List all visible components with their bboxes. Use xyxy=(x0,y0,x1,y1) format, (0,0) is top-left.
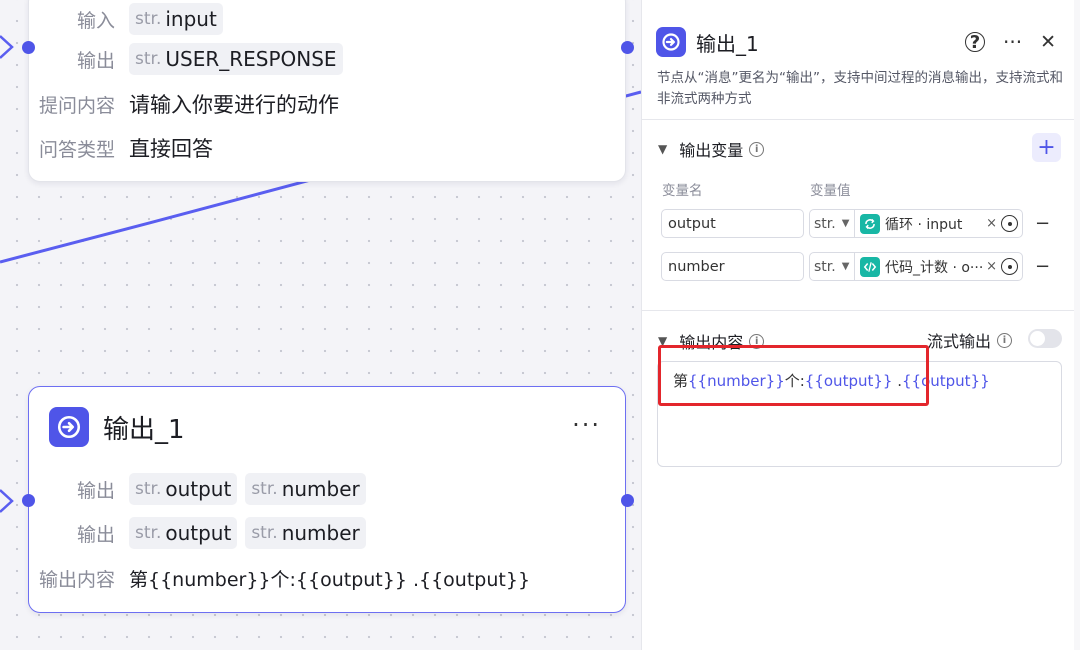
panel-actions: ? ··· ✕ xyxy=(947,30,1056,54)
chip-name: number xyxy=(281,477,360,501)
target-icon[interactable] xyxy=(1001,258,1018,275)
toggle-knob xyxy=(1030,331,1045,346)
chip-name: USER_RESPONSE xyxy=(165,47,337,71)
remove-variable-button[interactable]: − xyxy=(1035,256,1050,277)
info-icon[interactable]: i xyxy=(997,332,1013,348)
variable-chip: str. output xyxy=(129,473,238,505)
stream-output-label: 流式输出 i xyxy=(927,328,1013,352)
node-row-question: 提问内容 请输入你要进行的动作 xyxy=(29,89,339,119)
panel-edge xyxy=(1074,0,1080,650)
row-label: 问答类型 xyxy=(38,138,115,161)
node-row-answer-type: 问答类型 直接回答 xyxy=(29,133,213,163)
chip-name: input xyxy=(165,7,217,31)
type-value: str. xyxy=(814,215,836,232)
node-output-port[interactable] xyxy=(621,494,634,507)
node-row-output: 输出 str. output str. number xyxy=(29,473,374,505)
variable-reference[interactable]: 代码_计数 · o··· × xyxy=(855,253,1022,280)
question-text: 请输入你要进行的动作 xyxy=(129,93,339,117)
type-select[interactable]: str. ▼ xyxy=(810,253,855,280)
variable-chip: str. number xyxy=(245,517,366,549)
reference-text: 代码_计数 · o··· xyxy=(885,259,984,276)
node-config-panel: 输出_1 ? ··· ✕ 节点从“消息”更名为“输出”，支持中间过程的消息输出，… xyxy=(641,0,1075,650)
target-icon[interactable] xyxy=(1001,215,1018,232)
variable-row: output str. ▼ 循环 · input × − xyxy=(661,209,1050,238)
variable-name-input[interactable]: number xyxy=(661,252,804,281)
output-node[interactable]: 输出_1 ··· 输出 str. output str. number 输出 s… xyxy=(28,386,626,613)
section-title: 输出变量 xyxy=(679,141,744,160)
node-header: 输出_1 xyxy=(49,407,185,447)
column-header-name: 变量名 xyxy=(662,183,703,199)
section-output-vars[interactable]: ▼ 输出变量 i xyxy=(658,137,765,161)
node-row-content: 输出内容 第{{number}}个:{{output}} .{{output}} xyxy=(29,565,530,592)
info-icon[interactable]: i xyxy=(749,141,765,157)
type-select[interactable]: str. ▼ xyxy=(810,210,855,237)
divider xyxy=(642,310,1075,311)
question-node[interactable]: 输入 str. input 输出 str. USER_RESPONSE 提问内容… xyxy=(28,0,626,182)
node-input-port[interactable] xyxy=(22,494,35,507)
highlight-annotation xyxy=(658,345,929,406)
row-label: 输出内容 xyxy=(38,569,115,591)
chevron-down-icon: ▼ xyxy=(658,142,668,156)
chip-type: str. xyxy=(135,479,162,499)
variable-reference[interactable]: 循环 · input × xyxy=(855,210,1022,237)
column-header-value: 变量值 xyxy=(810,183,851,199)
variable-chip: str. input xyxy=(129,3,223,35)
node-row-output: 输出 str. USER_RESPONSE xyxy=(29,43,351,75)
loop-icon xyxy=(860,213,880,234)
row-label: 输出 xyxy=(76,523,115,546)
more-icon[interactable]: ··· xyxy=(572,411,601,439)
stream-output-toggle[interactable] xyxy=(1028,329,1062,348)
chip-type: str. xyxy=(251,479,278,499)
more-icon[interactable]: ··· xyxy=(1003,30,1022,54)
code-icon xyxy=(860,256,880,277)
remove-variable-button[interactable]: − xyxy=(1035,213,1050,234)
reference-text: 循环 · input xyxy=(885,216,963,233)
node-input-port[interactable] xyxy=(22,41,35,54)
output-node-icon xyxy=(49,407,89,447)
variable-chip: str. number xyxy=(245,473,366,505)
panel-title[interactable]: 输出_1 xyxy=(696,28,759,57)
panel-header: 输出_1 xyxy=(656,27,759,57)
clear-icon[interactable]: × xyxy=(986,216,997,231)
chip-type: str. xyxy=(251,523,278,543)
edge-arrow-top xyxy=(0,35,14,59)
close-icon[interactable]: ✕ xyxy=(1040,31,1056,53)
row-label: 输出 xyxy=(76,49,115,72)
row-label: 输入 xyxy=(76,9,115,32)
output-content-text: 第{{number}}个:{{output}} .{{output}} xyxy=(129,569,531,591)
type-value: str. xyxy=(814,258,836,275)
chip-type: str. xyxy=(135,49,162,69)
answer-type-text: 直接回答 xyxy=(129,137,213,161)
clear-icon[interactable]: × xyxy=(986,259,997,274)
add-variable-button[interactable]: + xyxy=(1032,133,1061,162)
chip-name: output xyxy=(165,521,232,545)
output-node-icon xyxy=(656,27,686,57)
row-label: 提问内容 xyxy=(38,94,115,117)
chip-type: str. xyxy=(135,9,162,29)
panel-description: 节点从“消息”更名为“输出”，支持中间过程的消息输出，支持流式和非流式两种方式 xyxy=(657,70,1063,107)
variable-row: number str. ▼ 代码_计数 · o··· × − xyxy=(661,252,1050,281)
variable-value-field[interactable]: str. ▼ 代码_计数 · o··· × xyxy=(809,252,1023,281)
chevron-down-icon: ▼ xyxy=(841,261,850,272)
divider xyxy=(642,119,1075,120)
row-label: 输出 xyxy=(76,479,115,502)
variable-value-field[interactable]: str. ▼ 循环 · input × xyxy=(809,209,1023,238)
node-output-port[interactable] xyxy=(621,41,634,54)
chevron-down-icon: ▼ xyxy=(841,218,850,229)
stream-label-text: 流式输出 xyxy=(927,332,992,351)
help-icon[interactable]: ? xyxy=(965,32,985,53)
node-row-input: 输入 str. input xyxy=(29,3,231,35)
variable-chip: str. USER_RESPONSE xyxy=(129,43,343,75)
variable-chip: str. output xyxy=(129,517,238,549)
edge-arrow-bottom xyxy=(0,489,14,513)
node-title: 输出_1 xyxy=(103,414,185,445)
chip-name: output xyxy=(165,477,232,501)
node-row-output: 输出 str. output str. number xyxy=(29,517,374,549)
variable-name-input[interactable]: output xyxy=(661,209,804,238)
chip-name: number xyxy=(281,521,360,545)
chip-type: str. xyxy=(135,523,162,543)
